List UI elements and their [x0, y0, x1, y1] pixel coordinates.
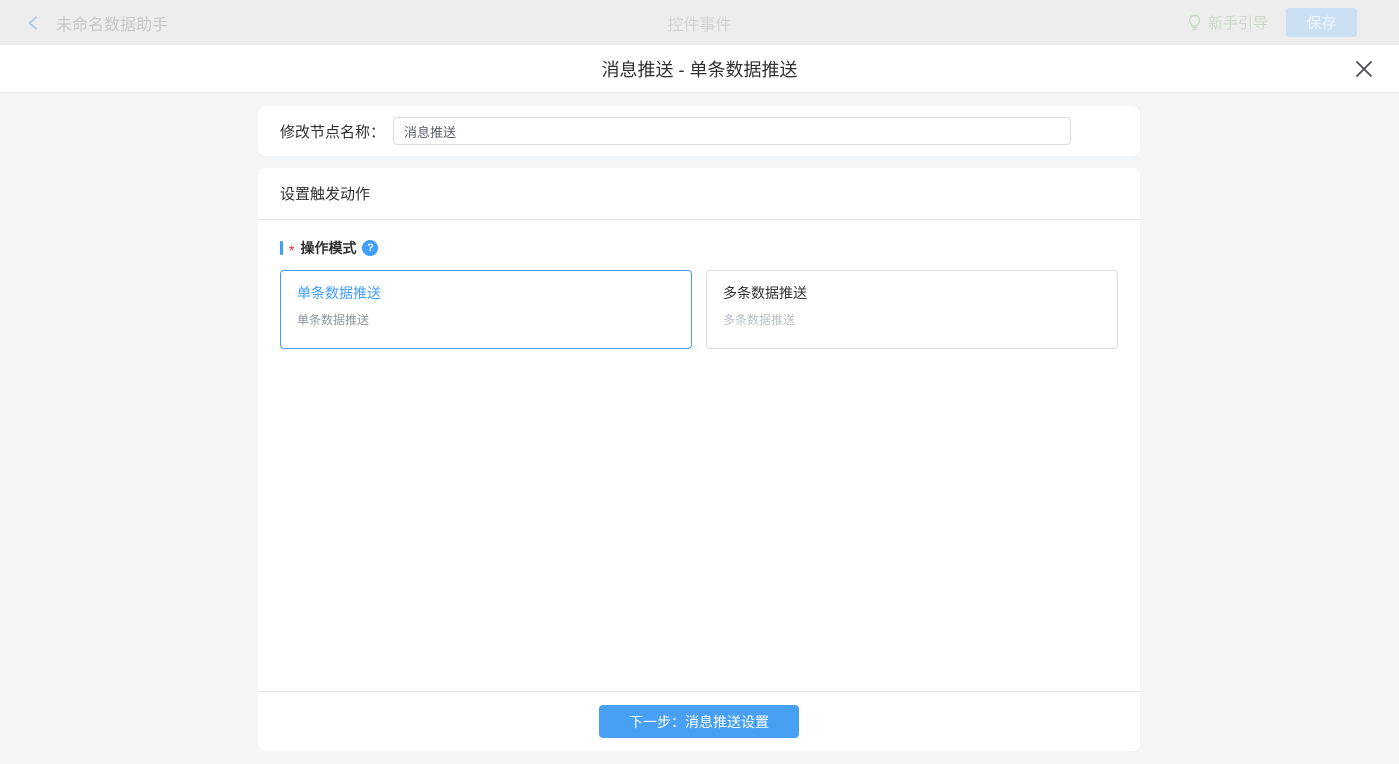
option-title: 单条数据推送	[297, 283, 675, 303]
topbar-right-group: 新手引导 保存	[1187, 8, 1399, 37]
screen: 未命名数据助手 控件事件 新手引导 保存 消息推送 - 单条数据推送	[0, 0, 1399, 764]
option-multi-push[interactable]: 多条数据推送 多条数据推送	[706, 270, 1118, 349]
save-button[interactable]: 保存	[1286, 8, 1357, 37]
trigger-content: * 操作模式 ? 单条数据推送 单条数据推送 多条数据推送 多条数据推送	[258, 220, 1140, 691]
node-name-card: 修改节点名称：	[258, 106, 1140, 156]
trigger-action-card: 设置触发动作 * 操作模式 ? 单条数据推送 单条数据推送	[258, 168, 1140, 751]
operation-mode-label: 操作模式	[300, 238, 356, 258]
help-icon[interactable]: ?	[362, 240, 378, 256]
next-step-button[interactable]: 下一步：消息推送设置	[599, 705, 799, 738]
operation-mode-options: 单条数据推送 单条数据推送 多条数据推送 多条数据推送	[280, 270, 1118, 349]
close-icon	[1355, 60, 1373, 78]
node-name-input[interactable]	[393, 117, 1071, 145]
modal-footer: 下一步：消息推送设置	[258, 691, 1140, 751]
trigger-section-title: 设置触发动作	[258, 168, 1140, 219]
app-title: 未命名数据助手	[56, 11, 168, 35]
operation-mode-label-row: * 操作模式 ?	[280, 238, 1118, 258]
node-name-label: 修改节点名称：	[280, 121, 385, 142]
option-title: 多条数据推送	[723, 283, 1101, 303]
guide-link[interactable]: 新手引导	[1187, 12, 1268, 33]
modal-content: 修改节点名称： 设置触发动作 * 操作模式 ? 单条数据推送	[258, 106, 1140, 751]
option-single-push[interactable]: 单条数据推送 单条数据推送	[280, 270, 692, 349]
back-chevron-icon[interactable]	[26, 16, 40, 30]
option-subtitle: 单条数据推送	[297, 311, 675, 328]
topbar: 未命名数据助手 控件事件 新手引导 保存	[0, 0, 1399, 45]
close-button[interactable]	[1351, 56, 1377, 82]
modal-header: 消息推送 - 单条数据推送	[0, 45, 1399, 93]
modal-body: 修改节点名称： 设置触发动作 * 操作模式 ? 单条数据推送	[0, 94, 1399, 764]
accent-bar	[280, 241, 283, 255]
required-asterisk: *	[289, 243, 294, 257]
lightbulb-icon	[1187, 14, 1202, 31]
modal-title: 消息推送 - 单条数据推送	[602, 56, 798, 82]
guide-label: 新手引导	[1208, 12, 1268, 33]
topbar-back-group[interactable]: 未命名数据助手	[0, 11, 168, 35]
option-subtitle: 多条数据推送	[723, 311, 1101, 328]
